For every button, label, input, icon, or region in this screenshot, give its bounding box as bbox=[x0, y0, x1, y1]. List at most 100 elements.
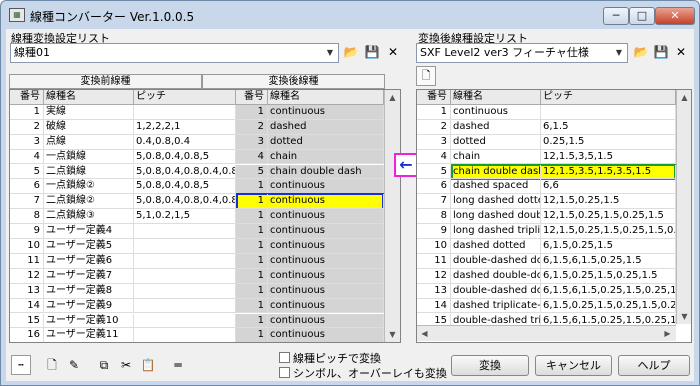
left-cell-map-name[interactable]: continuous bbox=[268, 224, 384, 239]
right-table-row[interactable]: 9long dashed triplicate-dotted12,1.5,0.2… bbox=[417, 224, 691, 239]
right-cell-no[interactable]: 7 bbox=[417, 194, 451, 210]
right-cell-name[interactable]: double-dashed dotted bbox=[451, 253, 541, 269]
left-vertical-scrollbar[interactable]: ▲ ▼ bbox=[384, 90, 400, 342]
right-cell-pitch[interactable] bbox=[541, 104, 676, 120]
right-cell-name[interactable]: dashed bbox=[451, 119, 541, 135]
equal-icon[interactable]: ═ bbox=[168, 355, 188, 375]
minimize-button[interactable]: ─ bbox=[603, 7, 629, 25]
left-cell-map-no[interactable]: 5 bbox=[236, 164, 268, 180]
left-cell-map-name[interactable]: dashed bbox=[268, 119, 384, 135]
scroll-left-arrow-icon[interactable]: ◀ bbox=[417, 326, 432, 341]
edit-row-icon[interactable]: ✎ bbox=[64, 355, 84, 375]
left-cell-pitch[interactable] bbox=[134, 224, 236, 239]
left-cell-pitch[interactable] bbox=[134, 283, 236, 299]
right-cell-name[interactable]: long dashed triplicate-dotted bbox=[451, 224, 541, 239]
right-cell-pitch[interactable]: 12,1.5,3.5,1.5,3.5,1.5 bbox=[541, 164, 676, 180]
right-cell-pitch[interactable]: 6,6 bbox=[541, 179, 676, 195]
right-table-row[interactable]: 13double-dashed double-dotted6,1.5,6,1.5… bbox=[417, 283, 691, 299]
chevron-down-icon[interactable]: ▼ bbox=[611, 44, 627, 62]
left-cell-name[interactable]: 一点鎖線 bbox=[44, 149, 134, 165]
right-table-row[interactable]: 3 dotted 0.25,1.5 bbox=[417, 134, 691, 150]
left-cell-map-no[interactable]: 2 bbox=[236, 119, 268, 135]
left-cell-map-name[interactable]: continuous bbox=[268, 253, 384, 269]
left-table-row[interactable]: 1 実線 1 continuous bbox=[10, 104, 400, 120]
right-table-row[interactable]: 11double-dashed dotted6,1.5,6,1.5,0.25,1… bbox=[417, 253, 691, 269]
left-table-row[interactable]: 3 点線 0.4,0.8,0.4 3 dotted bbox=[10, 134, 400, 150]
left-cell-name[interactable]: ユーザー定義11 bbox=[44, 328, 134, 342]
right-cell-pitch[interactable]: 6,1.5,0.25,1.5 bbox=[541, 239, 676, 254]
assign-arrow-button[interactable]: ← bbox=[394, 153, 418, 177]
left-cell-name[interactable]: ユーザー定義6 bbox=[44, 253, 134, 269]
left-cell-map-name[interactable]: continuous bbox=[268, 268, 384, 284]
left-cell-map-no[interactable]: 1 bbox=[236, 328, 268, 342]
folder-open-icon[interactable]: 📂 bbox=[341, 43, 361, 63]
left-cell-no[interactable]: 10 bbox=[10, 239, 44, 254]
left-cell-pitch[interactable]: 5,0.8,0.4,0.8,0.4,0.8,5 bbox=[134, 194, 236, 210]
left-cell-name[interactable]: 破線 bbox=[44, 119, 134, 135]
left-cell-pitch[interactable] bbox=[134, 239, 236, 254]
left-cell-map-no[interactable]: 1 bbox=[236, 209, 268, 225]
left-cell-map-name[interactable]: continuous bbox=[268, 328, 384, 342]
left-table-row[interactable]: 16 ユーザー定義11 1 continuous bbox=[10, 328, 400, 342]
convert-button[interactable]: 変換 bbox=[451, 355, 529, 376]
right-vertical-scrollbar[interactable]: ▲ ▼ bbox=[676, 90, 691, 324]
right-cell-no[interactable]: 10 bbox=[417, 239, 451, 254]
cut-icon[interactable]: ✂ bbox=[116, 355, 136, 375]
left-cell-map-name[interactable]: continuous bbox=[268, 239, 384, 254]
right-cell-no[interactable]: 8 bbox=[417, 209, 451, 225]
left-cell-map-no[interactable]: 1 bbox=[236, 268, 268, 284]
left-cell-no[interactable]: 7 bbox=[10, 194, 44, 210]
right-cell-name[interactable]: dotted bbox=[451, 134, 541, 150]
left-cell-pitch[interactable]: 5,0.8,0.4,0.8,0.4,0.8,5 bbox=[134, 164, 236, 180]
left-cell-pitch[interactable]: 5,1,0.2,1,5 bbox=[134, 209, 236, 225]
scroll-up-arrow-icon[interactable]: ▲ bbox=[385, 90, 400, 105]
left-cell-pitch[interactable]: 5,0.8,0.4,0.8,5 bbox=[134, 149, 236, 165]
left-cell-map-no[interactable]: 1 bbox=[236, 104, 268, 120]
right-table-row[interactable]: 10 dashed dotted 6,1.5,0.25,1.5 bbox=[417, 239, 691, 254]
right-cell-name[interactable]: chain double dash bbox=[451, 164, 541, 180]
left-cell-map-no[interactable]: 1 bbox=[236, 283, 268, 299]
close-window-button[interactable]: ✕ bbox=[655, 7, 695, 25]
copy-icon[interactable]: ⧉ bbox=[94, 355, 114, 375]
title-bar[interactable]: ▦ 線種コンバーター Ver.1.0.0.5 ─ □ ✕ bbox=[1, 1, 699, 29]
left-cell-name[interactable]: ユーザー定義8 bbox=[44, 283, 134, 299]
right-cell-no[interactable]: 2 bbox=[417, 119, 451, 135]
left-cell-no[interactable]: 14 bbox=[10, 298, 44, 314]
left-table-row[interactable]: 9 ユーザー定義4 1 continuous bbox=[10, 224, 400, 239]
right-cell-pitch[interactable]: 12,1.5,3,5,1.5 bbox=[541, 149, 676, 165]
right-cell-no[interactable]: 14 bbox=[417, 298, 451, 314]
left-table-row[interactable]: 12 ユーザー定義7 1 continuous bbox=[10, 268, 400, 284]
left-cell-name[interactable]: 一点鎖線② bbox=[44, 179, 134, 195]
maximize-button[interactable]: □ bbox=[629, 7, 655, 25]
right-table-row[interactable]: 4 chain 12,1.5,3,5,1.5 bbox=[417, 149, 691, 165]
save-disk-icon[interactable]: 💾 bbox=[362, 43, 382, 63]
left-cell-map-name[interactable]: chain bbox=[268, 149, 384, 165]
right-cell-name[interactable]: long dashed dotted bbox=[451, 194, 541, 210]
left-table-row[interactable]: 5二点鎖線5,0.8,0.4,0.8,0.4,0.8,55chain doubl… bbox=[10, 164, 400, 180]
left-cell-no[interactable]: 13 bbox=[10, 283, 44, 299]
left-cell-no[interactable]: 5 bbox=[10, 164, 44, 180]
left-cell-name[interactable]: 二点鎖線 bbox=[44, 164, 134, 180]
left-cell-no[interactable]: 12 bbox=[10, 268, 44, 284]
delete-x-icon[interactable]: ✕ bbox=[671, 43, 691, 63]
left-cell-pitch[interactable] bbox=[134, 268, 236, 284]
right-table-row[interactable]: 8long dashed double-dotted12,1.5,0.25,1.… bbox=[417, 209, 691, 225]
left-cell-name[interactable]: ユーザー定義7 bbox=[44, 268, 134, 284]
left-table-row[interactable]: 11 ユーザー定義6 1 continuous bbox=[10, 253, 400, 269]
right-table-row[interactable]: 2 dashed 6,1.5 bbox=[417, 119, 691, 135]
save-disk-icon[interactable]: 💾 bbox=[651, 43, 671, 63]
right-table-row[interactable]: 1 continuous bbox=[417, 104, 691, 120]
left-table-row[interactable]: 15 ユーザー定義10 1 continuous bbox=[10, 313, 400, 329]
right-table-row[interactable]: 6 dashed spaced 6,6 bbox=[417, 179, 691, 195]
right-cell-pitch[interactable]: 6,1.5,0.25,1.5,0.25,1.5,0.25,1.5 bbox=[541, 298, 676, 314]
left-cell-map-name[interactable]: continuous bbox=[268, 179, 384, 195]
right-table-row[interactable]: 7 long dashed dotted 12,1.5,0.25,1.5 bbox=[417, 194, 691, 210]
left-cell-map-no[interactable]: 1 bbox=[236, 179, 268, 195]
right-list-combo[interactable]: SXF Level2 ver3 フィーチャ仕様 ▼ bbox=[416, 43, 628, 63]
left-cell-map-no[interactable]: 1 bbox=[236, 313, 268, 329]
help-button[interactable]: ヘルプ bbox=[618, 355, 690, 376]
left-table-row[interactable]: 7二点鎖線②5,0.8,0.4,0.8,0.4,0.8,51continuous bbox=[10, 194, 400, 210]
left-cell-no[interactable]: 8 bbox=[10, 209, 44, 225]
left-cell-name[interactable]: ユーザー定義9 bbox=[44, 298, 134, 314]
left-cell-map-no[interactable]: 1 bbox=[236, 253, 268, 269]
